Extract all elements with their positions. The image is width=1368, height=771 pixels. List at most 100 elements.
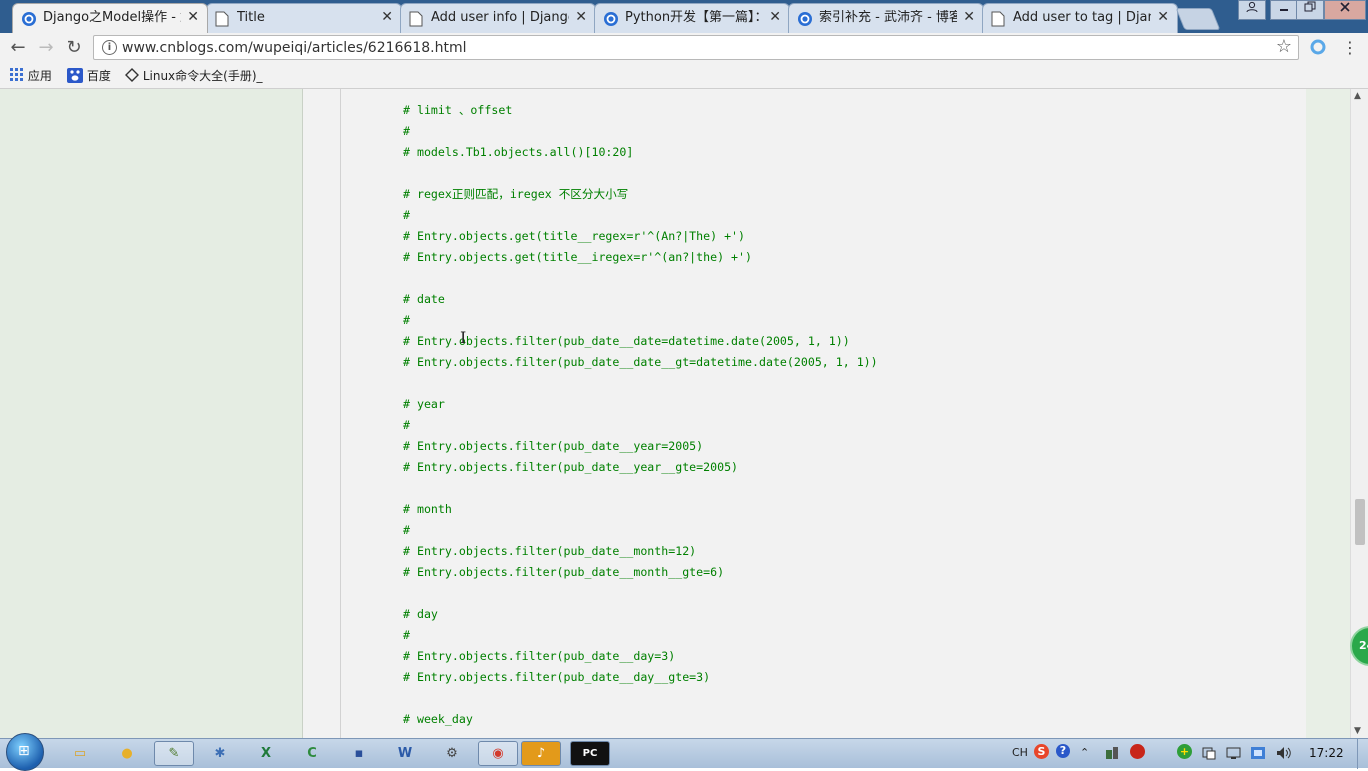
tab-python-dev[interactable]: Python开发【第一篇】：目录 ✕ (594, 3, 790, 33)
page-content: # limit 、offset # # models.Tb1.objects.all… (0, 89, 1368, 738)
pycharm-icon: PC (582, 748, 598, 759)
cnblogs-icon (797, 11, 813, 31)
article-body: # limit 、offset # # models.Tb1.objects.all… (303, 89, 1306, 738)
tab-title: Add user to tag | Django site admin (1013, 10, 1151, 25)
url-text[interactable]: www.cnblogs.com/wupeiqi/articles/6216618… (122, 39, 467, 57)
tab-strip: Django之Model操作 - 武沛齐 ✕ Title ✕ Add user … (0, 0, 1368, 33)
windows-icon[interactable] (1201, 745, 1217, 766)
bookmark-linux[interactable]: Linux命令大全(手册)_ (125, 68, 263, 83)
close-icon[interactable]: ✕ (575, 9, 587, 25)
show-desktop-button[interactable] (1357, 739, 1368, 769)
tab-index-supplement[interactable]: 索引补充 - 武沛齐 - 博客园 ✕ (788, 3, 984, 33)
bookmark-baidu[interactable]: 百度 (67, 68, 111, 83)
camtasia-icon: C (307, 746, 317, 761)
taskbar-chrome-button[interactable]: ◉ (478, 741, 518, 766)
apps-grid-icon (10, 68, 23, 81)
scroll-down-arrow-icon[interactable]: ▼ (1354, 726, 1361, 736)
audio-player-icon: ♪ (536, 746, 546, 761)
bookmark-label: 应用 (27, 69, 52, 83)
close-window-button[interactable] (1324, 0, 1366, 20)
taskbar-paint-tool-button[interactable]: ✱ (200, 741, 240, 766)
profile-button[interactable] (1238, 0, 1266, 20)
minimize-button[interactable] (1270, 0, 1298, 20)
display-icon[interactable] (1226, 745, 1242, 766)
tab-title-page[interactable]: Title ✕ (206, 3, 402, 33)
close-icon[interactable]: ✕ (187, 9, 199, 25)
tab-add-user-to-tag[interactable]: Add user to tag | Django site admin ✕ (982, 3, 1178, 33)
word-icon: W (397, 746, 413, 761)
code-line: # limit 、offset (403, 103, 513, 117)
code-line: # Entry.objects.filter(pub_date__year__g… (403, 460, 739, 474)
taskbar-save-disk-button[interactable]: ▪ (339, 741, 379, 766)
taskbar-qq-browser-button[interactable]: ● (107, 741, 147, 766)
taskbar-notepad-button[interactable]: ✎ (154, 741, 194, 766)
help-icon[interactable]: ? (1056, 744, 1070, 758)
taskbar-audio-player-button[interactable]: ♪ (521, 741, 561, 766)
volume-icon[interactable] (1275, 745, 1293, 766)
more-vertical-icon: ⋮ (1342, 38, 1358, 57)
network-icon[interactable] (1250, 745, 1266, 766)
badge-value: 24 (1359, 639, 1368, 652)
info-icon[interactable]: i (102, 40, 117, 55)
close-icon[interactable]: ✕ (963, 9, 975, 25)
start-button[interactable]: ⊞ (6, 733, 44, 771)
right-gutter (1306, 89, 1350, 738)
forward-button[interactable]: → (34, 37, 58, 59)
tab-title: Python开发【第一篇】：目录 (625, 10, 763, 25)
tray-expand-icon[interactable]: ⌃ (1080, 745, 1089, 761)
taskbar-file-explorer-button[interactable]: ▭ (60, 741, 100, 766)
close-icon[interactable]: ✕ (769, 9, 781, 25)
code-line: # month (403, 502, 452, 516)
code-line: # Entry.objects.filter(pub_date__day__gt… (403, 670, 711, 684)
forward-arrow-icon: → (38, 37, 54, 58)
code-line: # Entry.objects.filter(pub_date__month__… (403, 565, 725, 579)
sogou-ime-icon[interactable]: S (1034, 744, 1049, 759)
tab-title: Django之Model操作 - 武沛齐 (43, 10, 181, 25)
paint-tool-icon: ✱ (214, 746, 226, 761)
security-icon[interactable]: + (1177, 744, 1192, 759)
left-sidebar (0, 89, 303, 738)
taskbar-tool-app-button[interactable]: ⚙ (432, 741, 472, 766)
notepad-icon: ✎ (168, 746, 180, 761)
tab-title: 索引补充 - 武沛齐 - 博客园 (819, 10, 957, 25)
tab-add-user-info[interactable]: Add user info | Django site admin ✕ (400, 3, 596, 33)
scroll-up-arrow-icon[interactable]: ▲ (1354, 91, 1361, 101)
record-icon[interactable] (1130, 744, 1145, 759)
code-line: # day (403, 607, 438, 621)
scroll-thumb[interactable] (1355, 499, 1365, 545)
back-button[interactable]: ← (6, 37, 30, 59)
reload-button[interactable]: ↻ (62, 37, 86, 59)
code-block: # limit 、offset # # models.Tb1.objects.all… (340, 89, 1306, 738)
bookmark-apps[interactable]: 应用 (10, 68, 52, 83)
taskbar-word-button[interactable]: W (385, 741, 425, 766)
code-line: # Entry.objects.filter(pub_date__day=3) (403, 649, 676, 663)
new-tab-button[interactable] (1175, 8, 1221, 30)
user-icon (1246, 1, 1258, 13)
tab-title: Add user info | Django site admin (431, 10, 569, 25)
code-line: # Entry.objects.get(title__iregex=r'^(an… (403, 250, 753, 264)
input-language[interactable]: CH (1012, 745, 1028, 761)
menu-button[interactable]: ⋮ (1338, 37, 1362, 59)
code-line: # (403, 124, 410, 138)
qq-browser-icon: ● (121, 746, 133, 761)
taskbar-pycharm-button[interactable]: PC (570, 741, 610, 766)
close-icon[interactable]: ✕ (1157, 9, 1169, 25)
cnblogs-icon (21, 11, 37, 31)
page-icon (409, 11, 423, 31)
taskbar-camtasia-button[interactable]: C (292, 741, 332, 766)
extension-ring-icon (1310, 39, 1326, 55)
taskbar-excel-button[interactable]: X (246, 741, 286, 766)
network-tool-icon[interactable] (1104, 745, 1120, 766)
system-clock[interactable]: 17:22 (1309, 746, 1344, 760)
tab-django-model[interactable]: Django之Model操作 - 武沛齐 ✕ (12, 3, 208, 33)
address-bar[interactable]: i www.cnblogs.com/wupeiqi/articles/62166… (93, 35, 1299, 60)
restore-button[interactable] (1296, 0, 1324, 20)
extension-button[interactable] (1309, 38, 1327, 56)
back-arrow-icon: ← (10, 37, 26, 58)
browser-toolbar: ← → ↻ i www.cnblogs.com/wupeiqi/articles… (0, 33, 1368, 63)
close-icon[interactable]: ✕ (381, 9, 393, 25)
code-line: # year (403, 397, 445, 411)
bookmark-label: 百度 (86, 69, 111, 83)
star-icon[interactable]: ☆ (1276, 37, 1292, 57)
text-cursor-icon: I (460, 328, 467, 347)
